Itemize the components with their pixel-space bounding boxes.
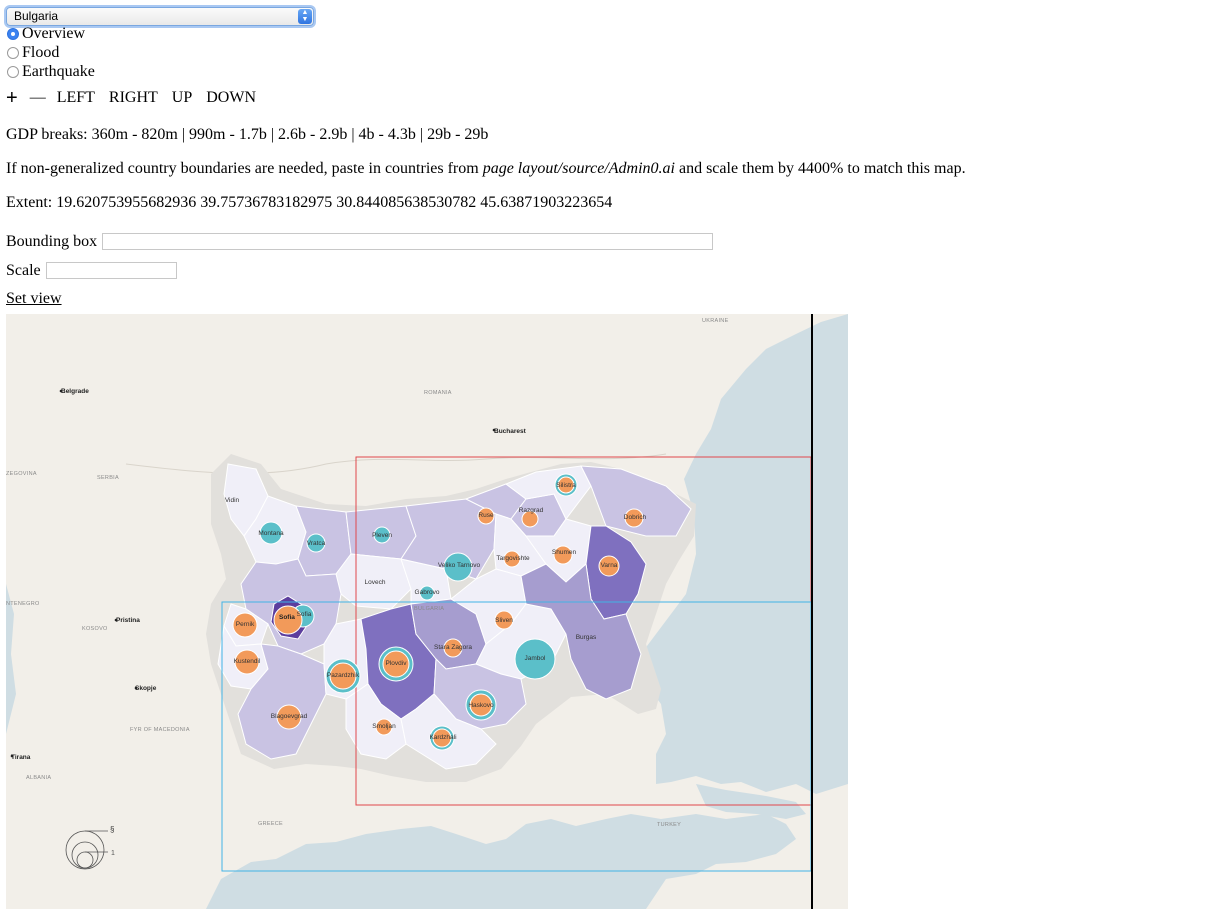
label-kosovo: KOSOVO bbox=[82, 626, 108, 632]
zoom-out-button[interactable]: — bbox=[30, 88, 46, 108]
label-macedonia: FYR OF MACEDONIA bbox=[130, 727, 190, 733]
label-targovishte: Targovishte bbox=[496, 555, 530, 562]
country-select-value: Bulgaria bbox=[14, 9, 59, 23]
label-pernik: Pernik bbox=[236, 621, 255, 628]
scale-label: Scale bbox=[6, 262, 41, 279]
label-kardzhali: Kardzhali bbox=[429, 734, 456, 741]
mode-earthquake[interactable]: Earthquake bbox=[7, 63, 95, 81]
boundary-note: If non-generalized country boundaries ar… bbox=[6, 159, 966, 179]
label-blagoevgrad: Blagoevgrad bbox=[271, 713, 308, 720]
label-razgrad: Razgrad bbox=[519, 507, 544, 514]
label-pazardzhik: Pazardzhik bbox=[327, 672, 360, 679]
legend-label-bottom: 1 bbox=[111, 850, 115, 857]
label-sofia: Sofia bbox=[297, 611, 312, 618]
bounding-box-input[interactable] bbox=[102, 233, 713, 250]
mode-flood[interactable]: Flood bbox=[7, 44, 59, 62]
earthquake-radio[interactable] bbox=[7, 66, 19, 78]
label-greece: GREECE bbox=[258, 821, 283, 827]
extent-text: Extent: 19.620753955682936 39.7573678318… bbox=[6, 194, 613, 211]
bounding-box-label: Bounding box bbox=[6, 233, 98, 250]
city-tirana: Tirana bbox=[11, 754, 31, 761]
legend-label-top: § bbox=[110, 825, 114, 834]
note-text-after: and scale them by 4400% to match this ma… bbox=[674, 160, 966, 177]
mode-overview[interactable]: Overview bbox=[7, 25, 85, 43]
overview-radio[interactable] bbox=[7, 28, 19, 40]
flood-label: Flood bbox=[22, 44, 60, 61]
pan-left-button[interactable]: LEFT bbox=[57, 88, 95, 108]
label-bulgaria: BULGARIA bbox=[414, 606, 444, 612]
zoom-in-button[interactable]: + bbox=[6, 88, 18, 108]
label-haskovo: Haskovo bbox=[468, 702, 494, 709]
label-vidin: Vidin bbox=[225, 497, 240, 504]
label-dobrich: Dobrich bbox=[624, 514, 647, 521]
label-pleven: Pleven bbox=[372, 532, 392, 539]
label-varna: Varna bbox=[601, 562, 618, 569]
city-pristina: Pristina bbox=[116, 617, 140, 624]
label-herzegovina: ZEGOVINA bbox=[6, 471, 37, 477]
note-path: page layout/source/Admin0.ai bbox=[482, 160, 675, 177]
bulgaria-map[interactable]: Vidin Montana Vratca Pleven Veliko Tarno… bbox=[6, 314, 848, 909]
gdp-breaks-text: GDP breaks: 360m - 820m | 990m - 1.7b | … bbox=[6, 126, 489, 143]
label-montenegro: NTENEGRO bbox=[6, 601, 40, 607]
label-burgas: Burgas bbox=[576, 634, 597, 641]
scale-input[interactable] bbox=[46, 262, 177, 279]
city-bucharest: Bucharest bbox=[494, 428, 527, 435]
overview-label: Overview bbox=[22, 25, 86, 42]
country-select[interactable]: Bulgaria ▲ ▼ bbox=[6, 7, 314, 26]
city-skopje: Skopje bbox=[135, 685, 157, 692]
label-silistra: Silistra bbox=[556, 482, 576, 489]
label-smoljan: Smoljan bbox=[372, 723, 396, 730]
label-jambol: Jambol bbox=[525, 655, 547, 662]
city-sofia: Sofia bbox=[279, 614, 295, 621]
label-gabrovo: Gabrovo bbox=[415, 589, 440, 596]
nav-controls: + — LEFT RIGHT UP DOWN bbox=[6, 88, 256, 108]
label-sliven: Sliven bbox=[495, 617, 513, 624]
label-ruse: Ruse bbox=[478, 512, 494, 519]
label-ukraine: UKRAINE bbox=[702, 318, 729, 324]
label-lovech: Lovech bbox=[365, 579, 386, 586]
flood-radio[interactable] bbox=[7, 47, 19, 59]
label-montana: Montana bbox=[258, 530, 284, 537]
note-text-before: If non-generalized country boundaries ar… bbox=[6, 160, 483, 177]
set-view-link[interactable]: Set view bbox=[6, 290, 62, 308]
label-stara-zagora: Stara Zagora bbox=[434, 644, 472, 651]
label-vratca: Vratca bbox=[307, 540, 326, 547]
pan-down-button[interactable]: DOWN bbox=[206, 88, 256, 108]
label-turkey: TURKEY bbox=[657, 822, 681, 828]
select-arrows-icon: ▲ ▼ bbox=[298, 9, 312, 24]
label-serbia: SERBIA bbox=[97, 475, 119, 481]
label-kustendil: Kustendil bbox=[234, 658, 261, 665]
pan-right-button[interactable]: RIGHT bbox=[109, 88, 158, 108]
label-shumen: Shumen bbox=[552, 549, 577, 556]
earthquake-label: Earthquake bbox=[22, 63, 95, 80]
label-veliko-tarnovo: Veliko Tarnovo bbox=[438, 562, 481, 569]
label-albania: ALBANIA bbox=[26, 775, 51, 781]
city-belgrade: Belgrade bbox=[61, 388, 89, 395]
label-plovdiv: Plovdiv bbox=[386, 660, 408, 667]
label-romania: ROMANIA bbox=[424, 390, 452, 396]
pan-up-button[interactable]: UP bbox=[172, 88, 192, 108]
